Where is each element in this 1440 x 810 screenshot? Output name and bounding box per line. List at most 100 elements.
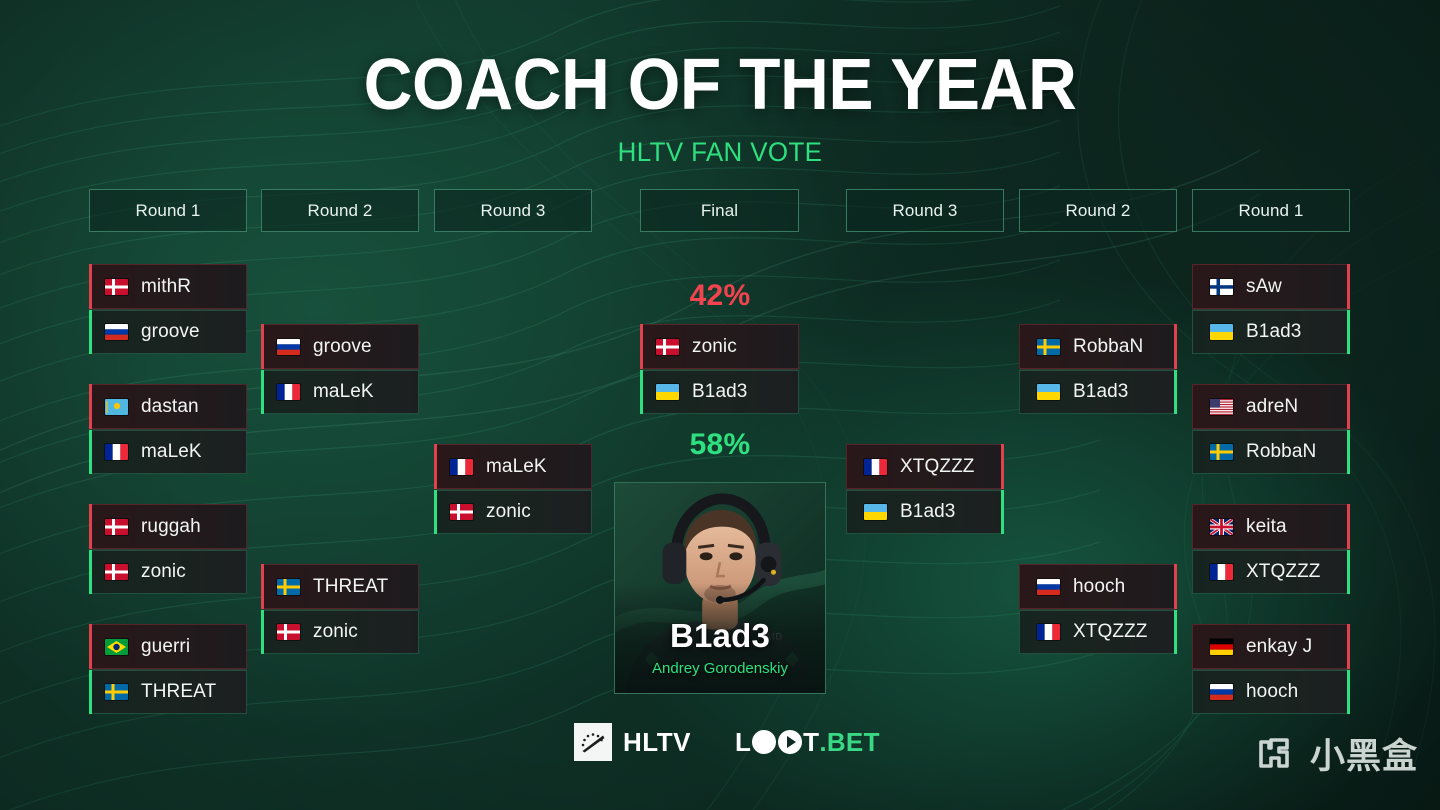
match-slot[interactable]: zonic xyxy=(261,609,419,654)
watermark-text: 小黑盒 xyxy=(1309,737,1418,777)
flag-ua-icon xyxy=(656,384,679,400)
match-slot[interactable]: RobbaN xyxy=(1192,429,1350,474)
match-final[interactable]: zonic B1ad3 xyxy=(640,324,799,414)
watermark: 小黑盒 xyxy=(1257,728,1418,779)
match-slot[interactable]: guerri xyxy=(89,624,247,669)
flag-dk-icon xyxy=(105,278,128,295)
flag-fr-icon xyxy=(1037,624,1060,640)
player-name: RobbaN xyxy=(1246,441,1317,462)
match-slot[interactable]: groove xyxy=(89,309,247,354)
flag-fi-icon xyxy=(1210,278,1233,295)
flag-us-icon xyxy=(1210,398,1233,415)
match-left-r1-1[interactable]: mithR groove xyxy=(89,264,247,354)
flag-dk-icon xyxy=(277,624,300,640)
player-name: XTQZZZ xyxy=(1246,561,1321,582)
match-left-r1-4[interactable]: guerri THREAT xyxy=(89,624,247,714)
flag-ru-icon xyxy=(1210,684,1233,700)
flag-ua-icon xyxy=(1037,384,1060,400)
flag-dk-icon xyxy=(450,504,473,520)
round-header-final: Final xyxy=(640,189,799,232)
round-header-left-2: Round 2 xyxy=(261,189,419,232)
match-slot[interactable]: mithR xyxy=(89,264,247,309)
match-slot[interactable]: maLeK xyxy=(434,444,592,489)
match-left-r1-2[interactable]: dastan maLeK xyxy=(89,384,247,474)
match-left-r1-3[interactable]: ruggah zonic xyxy=(89,504,247,594)
match-slot[interactable]: THREAT xyxy=(261,564,419,609)
flag-dk-icon xyxy=(105,518,128,535)
match-right-r1-3[interactable]: keita XTQZZZ xyxy=(1192,504,1350,594)
match-slot[interactable]: keita xyxy=(1192,504,1350,549)
match-slot[interactable]: enkay J xyxy=(1192,624,1350,669)
hltv-logo: HLTV xyxy=(574,723,691,761)
loot-bet: .BET xyxy=(819,726,880,757)
match-slot[interactable]: groove xyxy=(261,324,419,369)
match-slot[interactable]: THREAT xyxy=(89,669,247,714)
match-slot[interactable]: dastan xyxy=(89,384,247,429)
flag-ru-icon xyxy=(277,338,300,355)
flag-se-icon xyxy=(277,578,300,595)
match-slot[interactable]: zonic xyxy=(640,324,799,369)
match-right-r1-4[interactable]: enkay J hooch xyxy=(1192,624,1350,714)
player-name: zonic xyxy=(486,501,531,522)
match-slot[interactable]: zonic xyxy=(89,549,247,594)
flag-ru-icon xyxy=(105,324,128,340)
match-slot[interactable]: maLeK xyxy=(261,369,419,414)
match-slot[interactable]: hooch xyxy=(1192,669,1350,714)
player-name: maLeK xyxy=(141,441,202,462)
match-slot[interactable]: maLeK xyxy=(89,429,247,474)
match-slot[interactable]: XTQZZZ xyxy=(846,444,1004,489)
flag-ua-icon xyxy=(1210,324,1233,340)
match-slot[interactable]: XTQZZZ xyxy=(1192,549,1350,594)
match-right-r1-2[interactable]: adreN RobbaN xyxy=(1192,384,1350,474)
hltv-speedometer-icon xyxy=(574,723,612,761)
player-name: B1ad3 xyxy=(1073,381,1129,402)
round-header-left-1: Round 1 xyxy=(89,189,247,232)
match-slot[interactable]: hooch xyxy=(1019,564,1177,609)
hltv-wordmark: HLTV xyxy=(623,726,691,757)
player-name: B1ad3 xyxy=(900,501,956,522)
match-slot[interactable]: sAw xyxy=(1192,264,1350,309)
match-slot[interactable]: RobbaN xyxy=(1019,324,1177,369)
winner-card: BYE RAID B1ad3 Andrey Gorodenskiy xyxy=(614,482,826,694)
match-right-r2-2[interactable]: hooch XTQZZZ xyxy=(1019,564,1177,654)
round-header-right-2: Round 2 xyxy=(1019,189,1177,232)
round-header-left-3: Round 3 xyxy=(434,189,592,232)
loot-t: T xyxy=(803,726,820,757)
player-name: hooch xyxy=(1073,575,1126,597)
match-right-r1-1[interactable]: sAw B1ad3 xyxy=(1192,264,1350,354)
flag-se-icon xyxy=(1210,444,1233,460)
player-name: groove xyxy=(313,335,372,357)
player-name: B1ad3 xyxy=(692,381,748,402)
winner-real-name: Andrey Gorodenskiy xyxy=(652,660,788,677)
match-right-r2-1[interactable]: RobbaN B1ad3 xyxy=(1019,324,1177,414)
player-name: zonic xyxy=(692,335,737,357)
player-name: hooch xyxy=(1246,681,1299,702)
match-slot[interactable]: ruggah xyxy=(89,504,247,549)
player-name: adreN xyxy=(1246,395,1299,417)
match-slot[interactable]: B1ad3 xyxy=(846,489,1004,534)
final-top-percent: 42% xyxy=(689,279,751,312)
flag-se-icon xyxy=(105,684,128,700)
match-left-r2-2[interactable]: THREAT zonic xyxy=(261,564,419,654)
match-slot[interactable]: B1ad3 xyxy=(1019,369,1177,414)
lootbet-logo: L T .BET xyxy=(735,727,880,758)
match-slot[interactable]: zonic xyxy=(434,489,592,534)
match-slot[interactable]: XTQZZZ xyxy=(1019,609,1177,654)
player-name: groove xyxy=(141,321,200,342)
match-slot[interactable]: B1ad3 xyxy=(1192,309,1350,354)
loot-l: L xyxy=(734,726,752,757)
match-slot[interactable]: adreN xyxy=(1192,384,1350,429)
round-header-right-3: Round 3 xyxy=(846,189,1004,232)
page-subtitle: HLTV FAN VOTE xyxy=(617,137,823,167)
match-left-r2-1[interactable]: groove maLeK xyxy=(261,324,419,414)
player-name: zonic xyxy=(313,621,358,642)
player-name: THREAT xyxy=(141,681,217,702)
match-slot[interactable]: B1ad3 xyxy=(640,369,799,414)
footer-logos: HLTV L T .BET xyxy=(574,723,880,761)
match-right-r3-1[interactable]: XTQZZZ B1ad3 xyxy=(846,444,1004,534)
flag-dk-icon xyxy=(656,338,679,355)
match-left-r3-1[interactable]: maLeK zonic xyxy=(434,444,592,534)
player-name: maLeK xyxy=(313,381,374,402)
page-title: COACH OF THE YEAR xyxy=(363,45,1077,125)
flag-gb-icon xyxy=(1210,518,1233,535)
